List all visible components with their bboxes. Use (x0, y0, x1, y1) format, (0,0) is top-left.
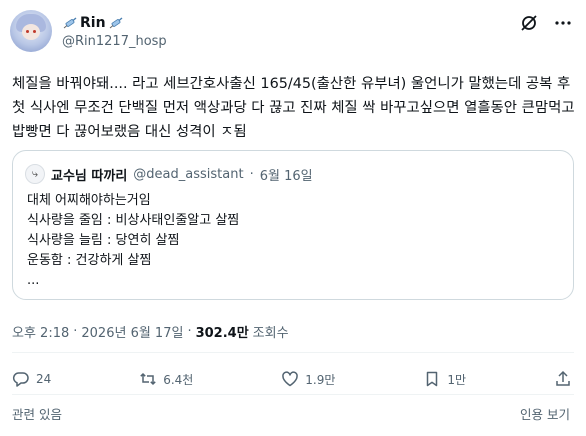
avatar[interactable] (10, 10, 52, 52)
author-display-name: Rin (80, 15, 106, 31)
reply-button[interactable]: 24 (12, 370, 51, 388)
view-count: 302.4만 (195, 326, 249, 341)
tweet-meta: 오후 2:18 · 2026년 6월 17일 · 302.4만 조회수 (12, 322, 289, 341)
related-label[interactable]: 관련 있음 (12, 404, 62, 423)
meta-separator: · (73, 324, 78, 339)
quoted-date: 6월 16일 (259, 168, 313, 184)
heart-icon (282, 371, 299, 387)
view-quotes-link[interactable]: 인용 보기 (520, 404, 570, 423)
action-bar: 24 6.4천 1.9만 1만 (12, 370, 572, 388)
like-button[interactable]: 1.9만 (281, 370, 335, 388)
author-name-row[interactable]: Rin (62, 13, 124, 33)
more-options-icon[interactable] (554, 14, 572, 32)
bookmark-icon (427, 371, 438, 387)
tweet-top-actions (520, 14, 572, 32)
more-dots-svg (555, 21, 571, 25)
quoted-tweet[interactable]: ⤷ 교수님 따까리 @dead_assistant · 6월 16일 대체 어찌… (12, 150, 574, 300)
retweet-icon (140, 372, 156, 386)
reply-icon (12, 372, 29, 387)
reply-count: 24 (36, 372, 52, 386)
quoted-body: 대체 어찌해야하는거임 식사량을 줄임 : 비상사태인줄알고 살찜 식사량을 늘… (27, 193, 240, 288)
retweet-count: 6.4천 (163, 372, 194, 387)
retweet-button[interactable]: 6.4천 (139, 370, 193, 388)
avatar-eye-right (33, 30, 36, 33)
quoted-handle: @dead_assistant (133, 166, 244, 182)
avatar-face (22, 24, 40, 40)
quoted-header: ⤷ 교수님 따까리 @dead_assistant · 6월 16일 (25, 164, 313, 184)
bookmark-count: 1만 (447, 372, 467, 387)
author-handle[interactable]: @Rin1217_hosp (62, 34, 167, 49)
bookmark-button[interactable]: 1만 (423, 370, 466, 388)
divider (12, 394, 574, 395)
grok-icon-svg (521, 15, 537, 31)
avatar-eye-left (26, 30, 29, 33)
quoted-separator: · (249, 166, 254, 182)
share-button[interactable] (554, 370, 572, 388)
divider (12, 352, 574, 353)
share-icon (556, 370, 570, 386)
quoted-avatar: ⤷ (25, 164, 45, 184)
syringe-icon (63, 17, 77, 29)
quoted-name: 교수님 따까리 (51, 168, 128, 184)
tweet-text: 체질을 바꿔야돼.... 라고 세브간호사출신 165/45(출산한 유부녀) … (12, 76, 580, 140)
tweet-date[interactable]: 2026년 6월 17일 (81, 322, 183, 341)
syringe-icon (109, 17, 122, 29)
tweet-time[interactable]: 오후 2:18 (12, 322, 69, 341)
grok-icon[interactable] (520, 14, 538, 32)
meta-separator: · (187, 324, 192, 339)
view-count-label: 조회수 (252, 326, 289, 341)
like-count: 1.9만 (305, 372, 336, 387)
